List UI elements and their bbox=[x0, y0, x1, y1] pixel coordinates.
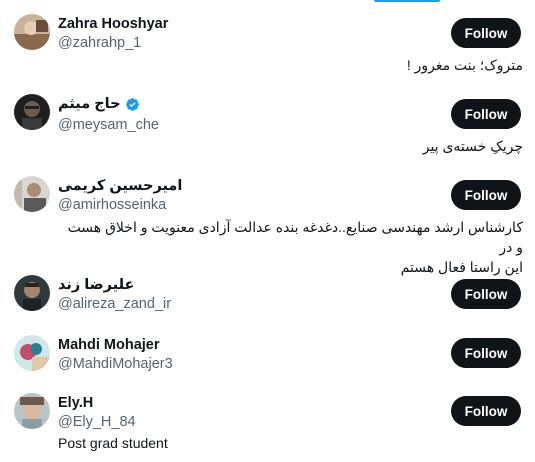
follow-button[interactable]: Follow bbox=[451, 180, 521, 210]
bio-line: کارشناس ارشد مهندسی صنایع..دغدغه بنده عد… bbox=[67, 219, 523, 255]
user-handle[interactable]: @MahdiMohajer3 bbox=[58, 355, 173, 373]
follow-button[interactable]: Follow bbox=[451, 396, 521, 426]
user-cell[interactable]: حاج میثم @meysam_che Follow چریکِ خسته‌ی… bbox=[0, 82, 535, 162]
user-handle[interactable]: @Ely_H_84 bbox=[58, 413, 136, 431]
user-bio: چریکِ خسته‌ی پیر bbox=[422, 138, 523, 154]
user-handle[interactable]: @meysam_che bbox=[58, 116, 159, 134]
user-cell[interactable]: امیرحسین کریمی @amirhosseinka Follow کار… bbox=[0, 162, 535, 275]
user-name[interactable]: علیرضا زند bbox=[58, 276, 134, 294]
user-handle[interactable]: @amirhosseinka bbox=[58, 196, 166, 214]
avatar[interactable] bbox=[14, 94, 50, 130]
user-name[interactable]: Zahra Hooshyar bbox=[58, 15, 168, 33]
user-name[interactable]: Ely.H bbox=[58, 394, 93, 412]
avatar[interactable] bbox=[14, 176, 50, 212]
follow-button[interactable]: Follow bbox=[451, 338, 521, 368]
user-handle[interactable]: @zahrahp_1 bbox=[58, 34, 141, 52]
user-bio: متروک؛ بنت مغرور ! bbox=[406, 57, 523, 73]
verified-badge-icon bbox=[125, 97, 140, 112]
avatar[interactable] bbox=[14, 14, 50, 50]
user-bio: Post grad student bbox=[58, 435, 168, 451]
follow-button[interactable]: Follow bbox=[451, 279, 521, 309]
avatar[interactable] bbox=[14, 335, 50, 371]
user-cell[interactable]: Ely.H @Ely_H_84 Follow Post grad student bbox=[0, 382, 535, 462]
avatar[interactable] bbox=[14, 275, 50, 311]
avatar[interactable] bbox=[14, 393, 50, 429]
user-cell[interactable]: علیرضا زند @alireza_zand_ir Follow bbox=[0, 262, 535, 322]
user-handle[interactable]: @alireza_zand_ir bbox=[58, 295, 171, 313]
user-name[interactable]: Mahdi Mohajer bbox=[58, 336, 160, 354]
user-name[interactable]: حاج میثم bbox=[58, 95, 140, 113]
user-cell[interactable]: Mahdi Mohajer @MahdiMohajer3 Follow bbox=[0, 322, 535, 382]
follow-button[interactable]: Follow bbox=[451, 99, 521, 129]
user-name[interactable]: امیرحسین کریمی bbox=[58, 177, 182, 195]
user-cell[interactable]: Zahra Hooshyar @zahrahp_1 Follow متروک؛ … bbox=[0, 0, 535, 82]
follow-button[interactable]: Follow bbox=[451, 18, 521, 48]
